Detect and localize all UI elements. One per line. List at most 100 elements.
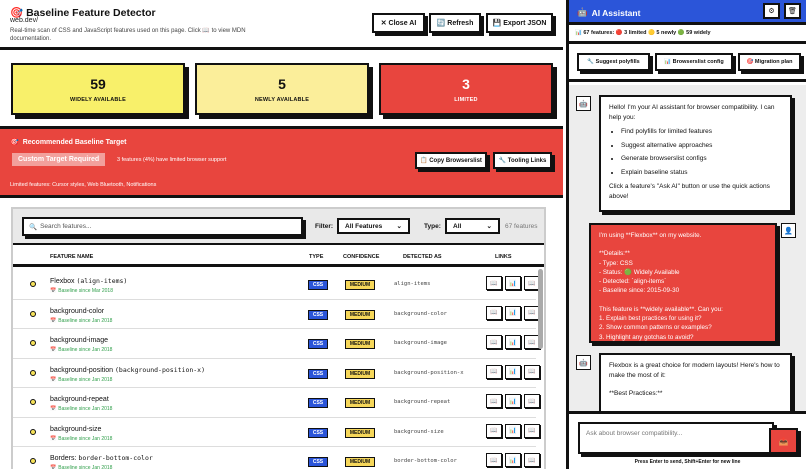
search-placeholder: Search features... bbox=[40, 223, 92, 230]
baseline-since-text: Baseline since Jan 2018 bbox=[58, 347, 113, 353]
chat-input[interactable]: Ask about browser compatibility... bbox=[578, 422, 774, 454]
stats-chart-icon[interactable]: 📊 bbox=[505, 394, 521, 408]
stat-value: 5 bbox=[278, 75, 286, 92]
ask-ai-icon[interactable]: 📖 bbox=[524, 364, 540, 379]
calendar-icon: 📅 bbox=[50, 376, 57, 383]
bot-avatar-icon: 🤖 bbox=[576, 96, 591, 111]
status-dot-icon bbox=[30, 399, 36, 405]
stats-chart-icon[interactable]: 📊 bbox=[505, 423, 521, 438]
stat-newly-available: 5 NEWLY AVAILABLE bbox=[195, 63, 369, 115]
column-links: LINKS bbox=[495, 254, 512, 260]
message-text: Click a feature's "Ask AI" button or use… bbox=[609, 183, 770, 200]
stat-limited: 3 LIMITED bbox=[379, 63, 553, 115]
type-select[interactable]: All ⌄ bbox=[445, 218, 500, 234]
calendar-icon: 📅 bbox=[50, 406, 57, 412]
table-row[interactable]: background-size 📅 Baseline since Jan 2018… bbox=[13, 418, 540, 447]
chat-input-area: Ask about browser compatibility... 📤 Pre… bbox=[569, 411, 806, 469]
status-dot-icon bbox=[30, 340, 36, 346]
feature-name: background-repeat bbox=[50, 395, 109, 403]
ask-ai-icon[interactable]: 📖 bbox=[524, 453, 540, 467]
baseline-since-text: Baseline since Jan 2018 bbox=[58, 435, 113, 442]
stat-value: 3 bbox=[462, 75, 470, 92]
message-line: - Detected: `align-items` bbox=[599, 278, 667, 286]
table-row[interactable]: background-repeat 📅 Baseline since Jan 20… bbox=[13, 388, 540, 418]
assistant-summary: 📊 67 features: 🔴 3 limited 🟡 5 newly 🟢 5… bbox=[569, 25, 806, 44]
feature-name-text: Borders: bbox=[50, 455, 77, 462]
settings-gear-icon[interactable]: ⚙ bbox=[763, 3, 780, 19]
mdn-docs-icon[interactable]: 📖 bbox=[486, 305, 502, 320]
table-row[interactable]: background-image 📅 Baseline since Jan 201… bbox=[13, 329, 540, 359]
mdn-docs-icon[interactable]: 📖 bbox=[486, 335, 502, 349]
mdn-docs-icon[interactable]: 📖 bbox=[486, 423, 502, 438]
browserslist-config-button[interactable]: 📊 Browserslist config bbox=[655, 53, 733, 71]
feature-name: background-image bbox=[50, 336, 108, 344]
message-line: - Type: CSS bbox=[599, 259, 633, 267]
mdn-docs-icon[interactable]: 📖 bbox=[486, 453, 502, 467]
detected-as: border-bottom-color bbox=[394, 458, 457, 464]
table-row[interactable]: Flexbox (align-items) 📅 Baseline since Mar… bbox=[13, 270, 540, 300]
copy-browserslist-button[interactable]: 📋 Copy Browserslist bbox=[415, 152, 487, 169]
send-button[interactable]: 📤 bbox=[769, 428, 798, 454]
suggest-polyfills-button[interactable]: 🔧 Suggest polyfills bbox=[577, 53, 650, 71]
stats-chart-icon[interactable]: 📊 bbox=[505, 364, 521, 379]
ask-ai-icon[interactable]: 📖 bbox=[524, 423, 540, 438]
type-badge: CSS bbox=[308, 309, 328, 320]
message-line: 1. Explain best practices for using it? bbox=[599, 315, 702, 323]
close-ai-button[interactable]: ✕ Close AI bbox=[372, 13, 425, 33]
detected-as: background-repeat bbox=[394, 399, 451, 405]
table-row[interactable]: background-position (background-position… bbox=[13, 359, 540, 388]
stats-chart-icon[interactable]: 📊 bbox=[505, 335, 521, 349]
feature-name-text: background-repeat bbox=[50, 396, 109, 403]
message-line: **Best Practices:** bbox=[609, 390, 663, 397]
tooling-links-button[interactable]: 🔧 Tooling Links bbox=[493, 152, 552, 169]
message-text: Hello! I'm your AI assistant for browser… bbox=[609, 104, 775, 121]
confidence-badge: MEDIUM bbox=[345, 457, 375, 467]
type-badge: CSS bbox=[308, 339, 328, 349]
app-title-text: Baseline Feature Detector bbox=[26, 6, 156, 19]
export-json-button[interactable]: 💾 Export JSON bbox=[486, 13, 553, 33]
assistant-title: 🤖 AI Assistant bbox=[577, 7, 640, 18]
user-avatar-icon: 👤 bbox=[781, 223, 796, 238]
feature-name: background-size bbox=[50, 425, 101, 433]
baseline-since: 📅 Baseline since Jan 2018 bbox=[50, 377, 112, 383]
calendar-icon: 📅 bbox=[50, 317, 57, 324]
migration-plan-button[interactable]: 🎯 Migration plan bbox=[738, 53, 801, 71]
stats-chart-icon[interactable]: 📊 bbox=[505, 453, 521, 467]
table-row[interactable]: background-color 📅 Baseline since Jan 201… bbox=[13, 300, 540, 329]
baseline-since-text: Baseline since Jan 2018 bbox=[58, 317, 113, 324]
detected-as: background-image bbox=[394, 340, 447, 346]
mdn-docs-icon[interactable]: 📖 bbox=[486, 394, 502, 408]
recommended-title: 🎯 Recommended Baseline Target bbox=[10, 138, 126, 147]
capability-item: Suggest alternative approaches bbox=[621, 141, 782, 151]
message-line bbox=[609, 380, 782, 389]
feature-name: background-position (background-position… bbox=[50, 366, 205, 374]
mdn-docs-icon[interactable]: 📖 bbox=[486, 364, 502, 379]
filter-select[interactable]: All Features ⌄ bbox=[337, 218, 410, 234]
baseline-since: 📅 Baseline since Jan 2018 bbox=[50, 436, 112, 442]
stats-chart-icon[interactable]: 📊 bbox=[505, 276, 521, 290]
baseline-since-text: Baseline since Jan 2018 bbox=[58, 465, 113, 469]
search-input[interactable]: 🔍 Search features... bbox=[22, 217, 303, 236]
ask-ai-icon[interactable]: 📖 bbox=[524, 394, 540, 408]
table-row[interactable]: Borders: border-bottom-color 📅 Baseline si… bbox=[13, 447, 540, 469]
page-url: web.dev/ bbox=[10, 17, 39, 24]
stat-label: WIDELY AVAILABLE bbox=[70, 96, 126, 103]
clear-trash-icon[interactable]: 🗑 bbox=[784, 3, 801, 19]
message-line: Flexbox is a great choice for modern lay… bbox=[609, 362, 780, 379]
stat-widely-available: 59 WIDELY AVAILABLE bbox=[11, 63, 185, 115]
input-hint: Press Enter to send, Shift+Enter for new… bbox=[634, 459, 741, 465]
feature-code: border-bottom-color bbox=[78, 454, 153, 462]
stats-chart-icon[interactable]: 📊 bbox=[505, 305, 521, 320]
feature-name: background-color bbox=[50, 307, 104, 315]
filter-label: Filter: bbox=[315, 223, 334, 230]
baseline-since: 📅 Baseline since Mar 2018 bbox=[50, 288, 113, 294]
feature-code: (background-position-x) bbox=[115, 365, 206, 374]
refresh-button[interactable]: 🔄 Refresh bbox=[429, 13, 481, 33]
assistant-header: 🤖 AI Assistant ⚙ 🗑 bbox=[569, 0, 806, 25]
baseline-since-text: Baseline since Mar 2018 bbox=[58, 288, 113, 294]
calendar-icon: 📅 bbox=[50, 435, 57, 442]
mdn-docs-icon[interactable]: 📖 bbox=[486, 276, 502, 290]
limited-support-info: 3 features (4%) have limited browser sup… bbox=[117, 157, 227, 163]
chat-messages: 🤖 Hello! I'm your AI assistant for brows… bbox=[569, 85, 806, 411]
table-scrollbar[interactable] bbox=[538, 269, 543, 349]
